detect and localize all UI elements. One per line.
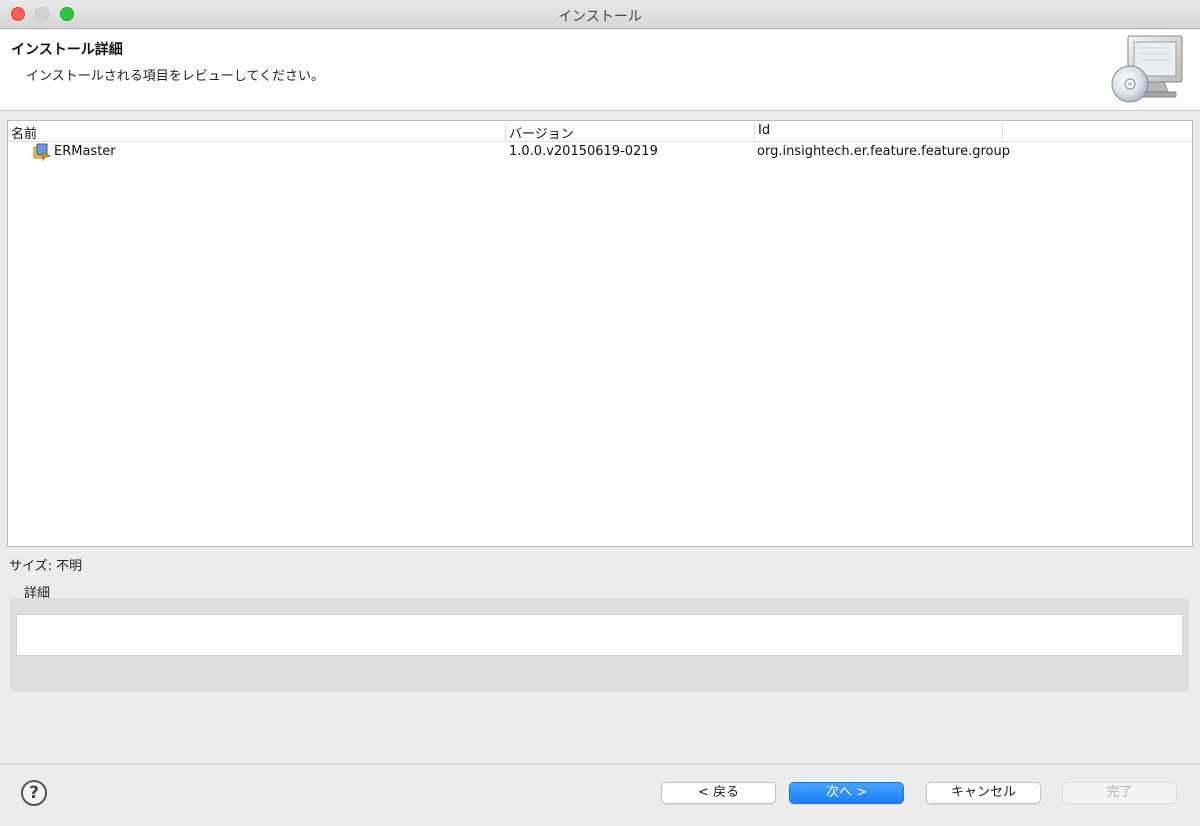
page-title: インストール詳細 [11, 42, 123, 58]
footer-divider [0, 763, 1200, 764]
column-header-id[interactable]: Id [755, 123, 1003, 141]
size-label: サイズ: 不明 [9, 559, 83, 574]
back-button[interactable]: < 戻る [661, 782, 776, 804]
help-button[interactable]: ? [21, 780, 47, 806]
cancel-button[interactable]: キャンセル [926, 782, 1041, 804]
install-items-table[interactable]: 名前 バージョン Id ERMaster 1.0.0.v20150619-021… [7, 120, 1193, 547]
column-header-version[interactable]: バージョン [506, 123, 755, 142]
feature-icon [33, 143, 52, 161]
finish-button[interactable]: 完了 [1062, 782, 1177, 804]
table-row[interactable]: ERMaster 1.0.0.v20150619-0219 org.insigh… [8, 143, 1192, 163]
header-banner: インストール詳細 インストールされる項目をレビューしてください。 [0, 30, 1200, 111]
install-cd-monitor-icon [1111, 35, 1183, 103]
page-description: インストールされる項目をレビューしてください。 [26, 69, 324, 84]
row-id: org.insightech.er.feature.feature.group [757, 144, 1010, 159]
table-header: 名前 バージョン Id [8, 121, 1192, 142]
row-version: 1.0.0.v20150619-0219 [509, 144, 658, 159]
details-text-area[interactable] [16, 614, 1183, 656]
title-bar: インストール [0, 0, 1200, 29]
details-label: 詳細 [24, 586, 51, 601]
window-title: インストール [558, 9, 642, 25]
column-header-name[interactable]: 名前 [8, 123, 506, 142]
row-name: ERMaster [54, 144, 116, 159]
next-button[interactable]: 次へ > [789, 782, 904, 804]
